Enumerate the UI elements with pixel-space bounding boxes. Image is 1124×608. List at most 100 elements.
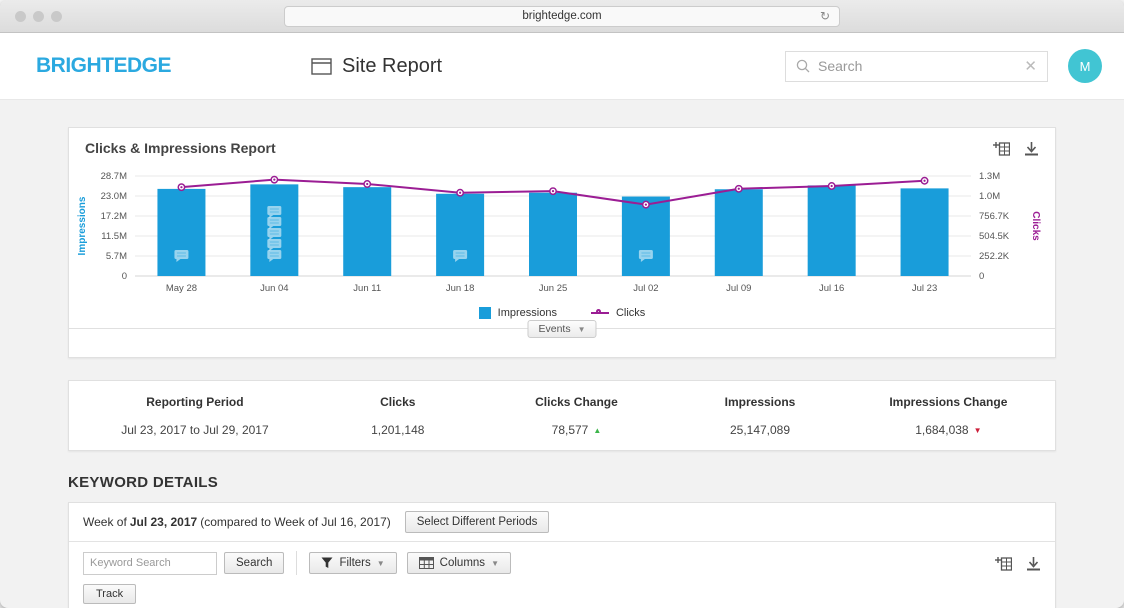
clicks-impressions-chart[interactable]: 005.7M252.2K11.5M504.5K17.2M756.7K23.0M1… (69, 164, 1055, 298)
right-axis-title: Clicks (1030, 211, 1041, 241)
x-axis-label: May 28 (166, 283, 197, 294)
filters-button[interactable]: Filters ▼ (309, 552, 396, 574)
period-prefix: Week of (83, 515, 127, 529)
zoom-window-icon[interactable] (51, 11, 62, 22)
clicks-point-center (923, 180, 925, 182)
summary-column-header: Impressions Change (852, 392, 1045, 423)
clicks-point-center (831, 185, 833, 187)
clicks-point-center (738, 188, 740, 190)
x-axis-label: Jul 16 (819, 283, 844, 294)
app-header: BRIGHTEDGE Site Report ✕ M (0, 33, 1124, 100)
clear-search-icon[interactable]: ✕ (1024, 57, 1037, 75)
track-button[interactable]: Track (83, 584, 136, 604)
close-window-icon[interactable] (15, 11, 26, 22)
avatar[interactable]: M (1068, 49, 1102, 83)
clicks-point-center (645, 204, 647, 206)
x-axis-label: Jun 11 (353, 283, 381, 294)
download-icon (1024, 141, 1039, 156)
keyword-details-card: Week of Jul 23, 2017 (compared to Week o… (68, 502, 1056, 608)
event-annotation-icon[interactable] (267, 239, 281, 248)
funnel-icon (321, 557, 333, 569)
keyword-toolbar: Search Filters ▼ (69, 542, 1055, 584)
impressions-bar[interactable] (343, 187, 391, 276)
x-axis-label: Jul 09 (726, 283, 751, 294)
chart-title: Clicks & Impressions Report (85, 140, 276, 156)
reload-icon[interactable]: ↻ (820, 9, 830, 23)
left-axis-tick: 17.2M (101, 211, 127, 222)
impressions-bar[interactable] (808, 185, 856, 276)
legend-item-impressions[interactable]: Impressions (479, 307, 557, 319)
download-button[interactable] (1026, 556, 1041, 571)
summary-column-header: Reporting Period (79, 392, 311, 423)
download-button[interactable] (1024, 141, 1039, 156)
period-date: Jul 23, 2017 (130, 515, 197, 529)
global-search[interactable]: ✕ (785, 51, 1048, 82)
browser-window: brightedge.com ↻ BRIGHTEDGE Site Report … (0, 0, 1124, 608)
minimize-window-icon[interactable] (33, 11, 44, 22)
impressions-bar[interactable] (436, 194, 484, 276)
columns-icon (419, 557, 434, 569)
main-content: Clicks & Impressions Report (0, 100, 1124, 608)
x-axis-label: Jun 18 (446, 283, 475, 294)
summary-header-row: Reporting PeriodClicksClicks ChangeImpre… (79, 392, 1045, 423)
summary-value: 1,684,038▼ (852, 423, 1045, 437)
events-button[interactable]: Events▼ (527, 320, 596, 338)
add-widget-icon (993, 141, 1010, 156)
add-to-dashboard-button[interactable] (995, 556, 1012, 571)
left-axis-tick: 23.0M (101, 191, 127, 202)
select-different-periods-button[interactable]: Select Different Periods (405, 511, 550, 533)
left-axis-tick: 0 (122, 271, 127, 282)
toolbar-divider (296, 551, 297, 575)
event-annotation-icon[interactable] (267, 206, 281, 215)
impressions-bar[interactable] (901, 188, 949, 276)
right-axis-tick: 756.7K (979, 211, 1010, 222)
site-report-icon (311, 58, 332, 75)
period-row: Week of Jul 23, 2017 (compared to Week o… (69, 503, 1055, 542)
x-axis-label: Jun 04 (260, 283, 289, 294)
summary-value-row: Jul 23, 2017 to Jul 29, 20171,201,14878,… (79, 423, 1045, 437)
search-input[interactable] (818, 58, 1016, 74)
event-annotation-icon[interactable] (267, 250, 281, 259)
keyword-search-input[interactable] (83, 552, 217, 575)
url-bar[interactable]: brightedge.com ↻ (284, 6, 840, 27)
summary-value: 78,577▲ (485, 423, 669, 437)
summary-table: Reporting PeriodClicksClicks ChangeImpre… (68, 380, 1056, 451)
event-annotation-icon[interactable] (453, 250, 467, 259)
right-axis-tick: 504.5K (979, 231, 1010, 242)
impressions-bar[interactable] (715, 189, 763, 276)
event-annotation-icon[interactable] (267, 217, 281, 226)
url-text: brightedge.com (522, 10, 601, 22)
download-icon (1026, 556, 1041, 571)
event-annotation-icon[interactable] (639, 250, 653, 259)
clicks-point-center (180, 186, 182, 188)
x-axis-label: Jul 02 (633, 283, 658, 294)
x-axis-label: Jul 23 (912, 283, 937, 294)
legend-label: Impressions (498, 307, 557, 319)
clicks-point-center (273, 179, 275, 181)
event-annotation-icon[interactable] (267, 228, 281, 237)
window-controls[interactable] (15, 11, 62, 22)
clicks-point-center (366, 183, 368, 185)
legend-item-clicks[interactable]: Clicks (591, 307, 645, 319)
keyword-search-button[interactable]: Search (224, 552, 284, 574)
columns-button[interactable]: Columns ▼ (407, 552, 511, 574)
chevron-down-icon: ▼ (578, 325, 586, 334)
impressions-bar[interactable] (529, 193, 577, 276)
chevron-down-icon: ▼ (491, 559, 499, 568)
browser-chrome: brightedge.com ↻ (0, 0, 1124, 33)
clicks-point-center (552, 190, 554, 192)
add-to-dashboard-button[interactable] (993, 141, 1010, 156)
decrease-arrow-icon: ▼ (974, 426, 982, 435)
right-axis-tick: 1.3M (979, 171, 1000, 182)
left-axis-title: Impressions (77, 196, 88, 255)
legend-label: Clicks (616, 307, 645, 319)
left-axis-tick: 28.7M (101, 171, 127, 182)
event-annotation-icon[interactable] (174, 250, 188, 259)
chevron-down-icon: ▼ (377, 559, 385, 568)
chart: 005.7M252.2K11.5M504.5K17.2M756.7K23.0M1… (69, 162, 1055, 298)
impressions-bar[interactable] (157, 189, 205, 276)
increase-arrow-icon: ▲ (593, 426, 601, 435)
summary-value: 25,147,089 (668, 423, 852, 437)
brand-logo[interactable]: BRIGHTEDGE (36, 54, 171, 78)
left-axis-tick: 11.5M (101, 231, 127, 242)
